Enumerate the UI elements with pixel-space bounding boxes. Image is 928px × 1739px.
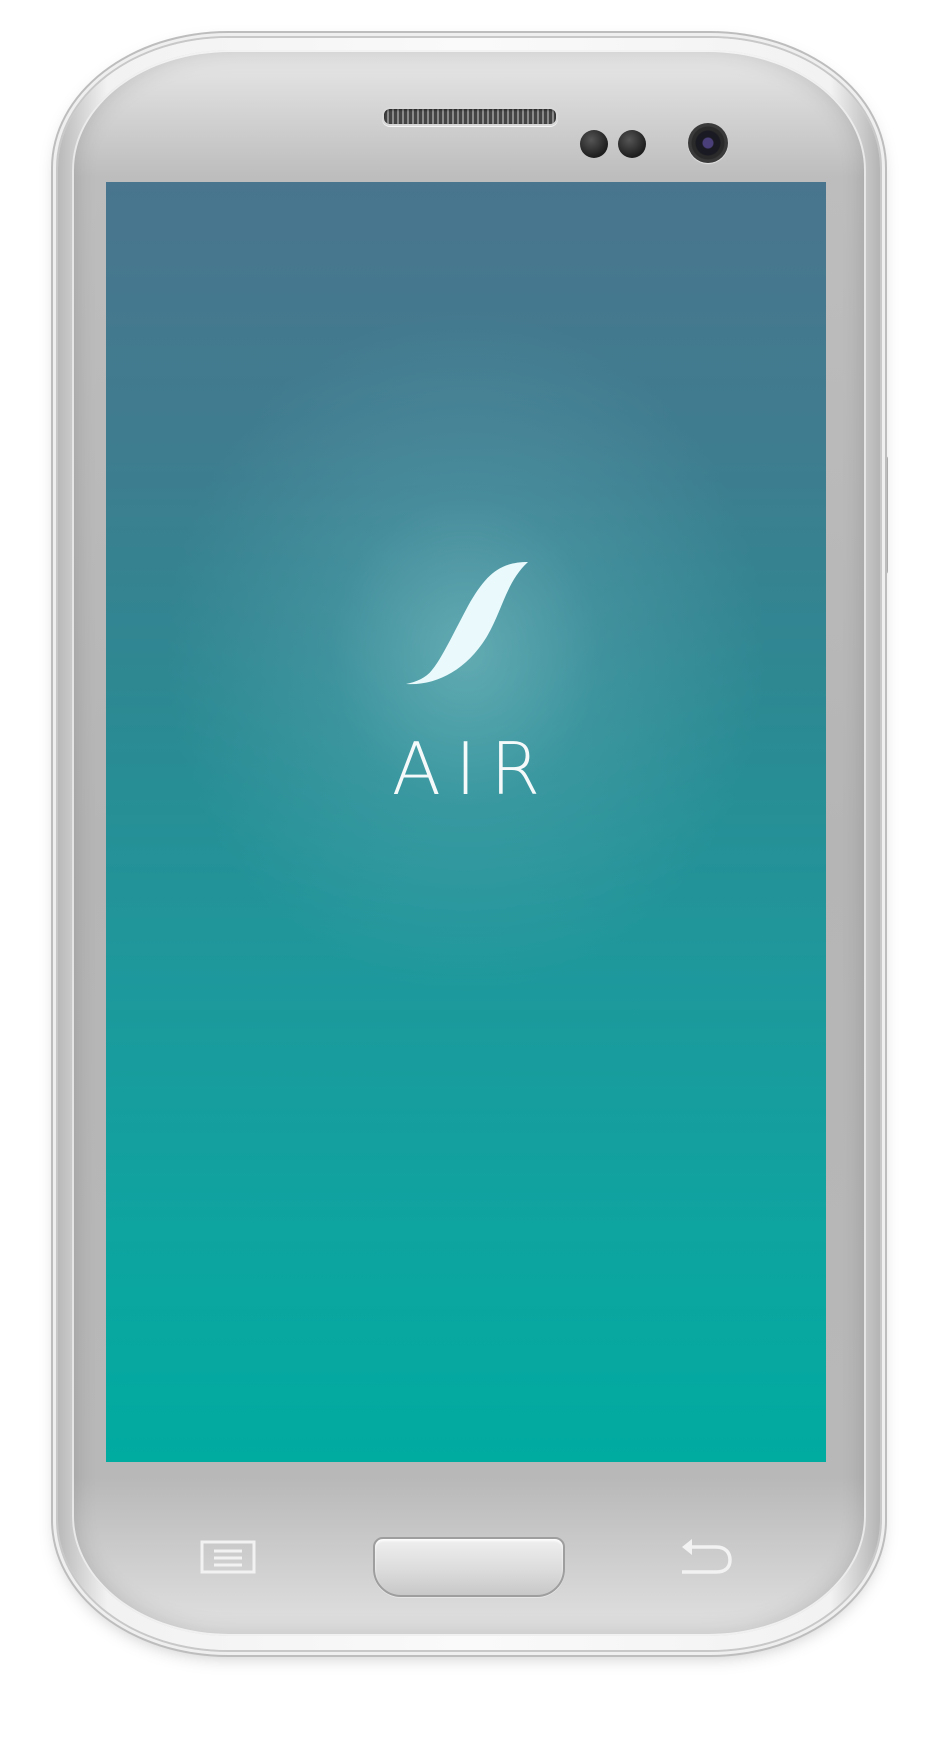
splash-screen: AIR — [106, 182, 826, 1462]
device-mockup: AIR — [0, 0, 928, 1739]
home-button[interactable] — [373, 1537, 565, 1597]
earpiece-speaker — [382, 107, 558, 126]
back-arrow-icon[interactable] — [678, 1538, 734, 1576]
menu-icon[interactable] — [200, 1540, 256, 1574]
leaf-icon — [406, 562, 528, 685]
app-name: AIR — [391, 727, 555, 811]
light-sensor — [618, 130, 646, 158]
front-camera-icon — [688, 123, 728, 163]
proximity-sensor — [580, 130, 608, 158]
